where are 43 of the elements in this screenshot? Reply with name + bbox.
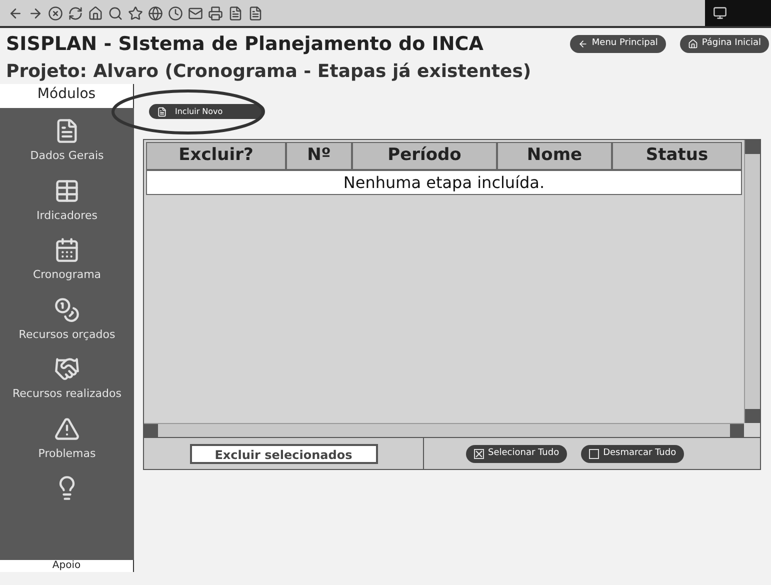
module-link[interactable]: Dados Gerais [30, 148, 104, 164]
edit-icon[interactable] [228, 6, 243, 20]
nav-button[interactable]: Menu Principal [570, 35, 666, 53]
empty-message: Nenhuma etapa incluída. [146, 170, 742, 195]
delete-selected-button[interactable]: Excluir selecionados [190, 444, 378, 464]
calendar-icon[interactable] [54, 237, 80, 263]
column-header: Nº [286, 142, 352, 170]
sidebar-footer: Apoio [0, 560, 134, 572]
home-icon[interactable] [88, 6, 103, 20]
document-icon [157, 106, 167, 116]
column-header: Nome [497, 142, 612, 170]
handshake-icon[interactable] [54, 356, 80, 382]
spreadsheet-icon[interactable] [54, 178, 80, 204]
module-link[interactable]: Irdicadores [36, 208, 98, 224]
refresh-icon[interactable] [68, 6, 83, 20]
coins-icon[interactable] [54, 296, 80, 322]
back-icon[interactable] [8, 6, 23, 20]
add-new-button[interactable]: Incluir Novo [149, 104, 265, 119]
search-icon[interactable] [108, 6, 123, 20]
module-link[interactable]: Problemas [38, 446, 96, 462]
column-header: Status [612, 142, 742, 170]
stop-icon[interactable] [48, 6, 63, 20]
back-arrow-icon [578, 39, 588, 49]
favorites-icon[interactable] [128, 6, 143, 20]
sidebar-header: Módulos [0, 84, 134, 108]
page-icon[interactable] [248, 6, 263, 20]
history-icon[interactable] [168, 6, 183, 20]
mail-icon[interactable] [188, 6, 203, 20]
column-header: Excluir? [146, 142, 286, 170]
app-title: SISPLAN - SIstema de Planejamento do INCA [6, 32, 484, 57]
nav-button[interactable]: Página Inicial [680, 35, 769, 53]
project-title: Projeto: Alvaro (Cronograma - Etapas já existentes) [5, 60, 532, 84]
select-button[interactable]: Desmarcar Tudo [581, 444, 684, 462]
warning-icon[interactable] [54, 416, 80, 442]
column-header: Período [352, 142, 497, 170]
globe-icon[interactable] [148, 6, 163, 20]
module-link[interactable]: Recursos realizados [12, 386, 122, 402]
home-icon [688, 39, 698, 49]
printer-icon[interactable] [208, 6, 223, 20]
module-link[interactable]: Cronograma [32, 267, 102, 284]
module-link[interactable]: Recursos orçados [18, 326, 116, 343]
select-button[interactable]: Selecionar Tudo [466, 444, 568, 462]
forward-icon[interactable] [28, 6, 43, 20]
